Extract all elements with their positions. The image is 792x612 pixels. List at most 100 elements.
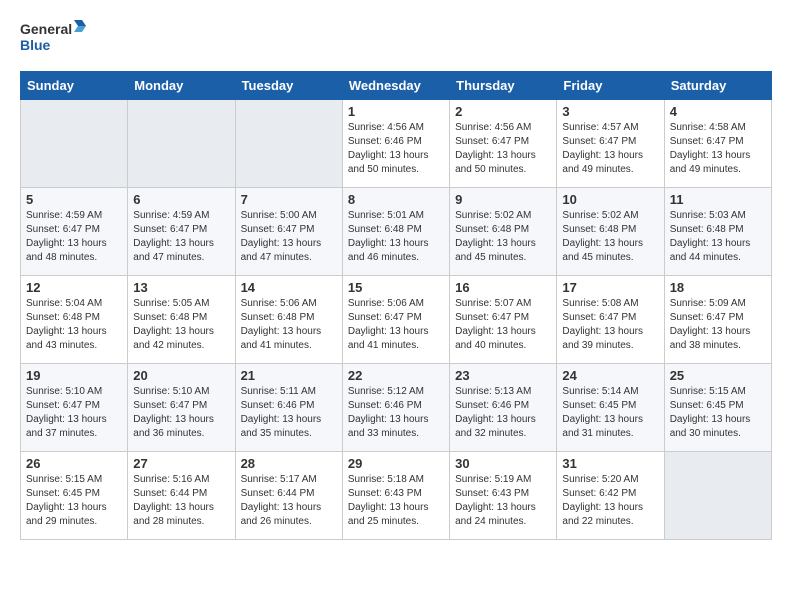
calendar-cell: 12 Sunrise: 5:04 AM Sunset: 6:48 PM Dayli…: [21, 276, 128, 364]
calendar-cell: [21, 100, 128, 188]
calendar-week-row: 5 Sunrise: 4:59 AM Sunset: 6:47 PM Daylig…: [21, 188, 772, 276]
day-info: Sunrise: 5:13 AM Sunset: 6:46 PM Dayligh…: [455, 385, 551, 441]
day-number: 15: [348, 280, 444, 295]
day-number: 19: [26, 368, 122, 383]
weekday-header: Friday: [557, 72, 664, 100]
day-info: Sunrise: 5:08 AM Sunset: 6:47 PM Dayligh…: [562, 297, 658, 353]
calendar-cell: [128, 100, 235, 188]
day-number: 24: [562, 368, 658, 383]
calendar-cell: 13Sunrise: 5:05 AM Sunset: 6:48 PM Dayli…: [128, 276, 235, 364]
calendar-cell: 11Sunrise: 5:03 AM Sunset: 6:48 PM Dayli…: [664, 188, 771, 276]
calendar-week-row: 19 Sunrise: 5:10 AM Sunset: 6:47 PM Dayli…: [21, 364, 772, 452]
calendar-cell: 24Sunrise: 5:14 AM Sunset: 6:45 PM Dayli…: [557, 364, 664, 452]
calendar-cell: 30 Sunrise: 5:19 AM Sunset: 6:43 PM Dayli…: [450, 452, 557, 540]
page: General Blue SundayMondayTuesdayWednesda…: [0, 0, 792, 556]
day-info: Sunrise: 4:59 AM Sunset: 6:47 PM Dayligh…: [26, 209, 122, 265]
day-number: 26: [26, 456, 122, 471]
day-number: 17: [562, 280, 658, 295]
day-number: 3: [562, 104, 658, 119]
weekday-header: Thursday: [450, 72, 557, 100]
calendar-week-row: 1 Sunrise: 4:56 AM Sunset: 6:46 PM Daylig…: [21, 100, 772, 188]
day-info: Sunrise: 5:04 AM Sunset: 6:48 PM Dayligh…: [26, 297, 122, 353]
weekday-header: Saturday: [664, 72, 771, 100]
day-number: 16: [455, 280, 551, 295]
day-info: Sunrise: 5:01 AM Sunset: 6:48 PM Dayligh…: [348, 209, 444, 265]
day-number: 1: [348, 104, 444, 119]
day-info: Sunrise: 5:12 AM Sunset: 6:46 PM Dayligh…: [348, 385, 444, 441]
calendar-cell: 6 Sunrise: 4:59 AM Sunset: 6:47 PM Daylig…: [128, 188, 235, 276]
day-number: 30: [455, 456, 551, 471]
calendar-cell: 7 Sunrise: 5:00 AM Sunset: 6:47 PM Daylig…: [235, 188, 342, 276]
calendar-cell: 2 Sunrise: 4:56 AM Sunset: 6:47 PM Daylig…: [450, 100, 557, 188]
day-number: 25: [670, 368, 766, 383]
calendar-cell: 9Sunrise: 5:02 AM Sunset: 6:48 PM Daylig…: [450, 188, 557, 276]
day-number: 21: [241, 368, 337, 383]
calendar-cell: [664, 452, 771, 540]
header: General Blue: [20, 16, 772, 61]
day-number: 5: [26, 192, 122, 207]
weekday-header: Wednesday: [342, 72, 449, 100]
day-info: Sunrise: 5:09 AM Sunset: 6:47 PM Dayligh…: [670, 297, 766, 353]
day-info: Sunrise: 5:05 AM Sunset: 6:48 PM Dayligh…: [133, 297, 229, 353]
calendar-cell: 28Sunrise: 5:17 AM Sunset: 6:44 PM Dayli…: [235, 452, 342, 540]
day-number: 11: [670, 192, 766, 207]
day-info: Sunrise: 5:11 AM Sunset: 6:46 PM Dayligh…: [241, 385, 337, 441]
day-number: 2: [455, 104, 551, 119]
day-number: 28: [241, 456, 337, 471]
day-info: Sunrise: 5:10 AM Sunset: 6:47 PM Dayligh…: [133, 385, 229, 441]
day-number: 7: [241, 192, 337, 207]
day-number: 9: [455, 192, 551, 207]
day-info: Sunrise: 4:57 AM Sunset: 6:47 PM Dayligh…: [562, 121, 658, 177]
day-info: Sunrise: 5:06 AM Sunset: 6:47 PM Dayligh…: [348, 297, 444, 353]
calendar-cell: 27 Sunrise: 5:16 AM Sunset: 6:44 PM Dayli…: [128, 452, 235, 540]
calendar-cell: 14Sunrise: 5:06 AM Sunset: 6:48 PM Dayli…: [235, 276, 342, 364]
logo-area: General Blue: [20, 16, 90, 61]
day-number: 6: [133, 192, 229, 207]
calendar-cell: 15 Sunrise: 5:06 AM Sunset: 6:47 PM Dayli…: [342, 276, 449, 364]
day-number: 18: [670, 280, 766, 295]
day-number: 31: [562, 456, 658, 471]
day-number: 14: [241, 280, 337, 295]
calendar-cell: 10 Sunrise: 5:02 AM Sunset: 6:48 PM Dayli…: [557, 188, 664, 276]
day-info: Sunrise: 5:07 AM Sunset: 6:47 PM Dayligh…: [455, 297, 551, 353]
day-info: Sunrise: 4:56 AM Sunset: 6:46 PM Dayligh…: [348, 121, 444, 177]
day-number: 22: [348, 368, 444, 383]
calendar-table: SundayMondayTuesdayWednesdayThursdayFrid…: [20, 71, 772, 540]
day-info: Sunrise: 5:00 AM Sunset: 6:47 PM Dayligh…: [241, 209, 337, 265]
day-info: Sunrise: 5:15 AM Sunset: 6:45 PM Dayligh…: [26, 473, 122, 529]
day-info: Sunrise: 5:18 AM Sunset: 6:43 PM Dayligh…: [348, 473, 444, 529]
weekday-header: Monday: [128, 72, 235, 100]
weekday-header-row: SundayMondayTuesdayWednesdayThursdayFrid…: [21, 72, 772, 100]
day-info: Sunrise: 5:02 AM Sunset: 6:48 PM Dayligh…: [562, 209, 658, 265]
calendar-cell: 31Sunrise: 5:20 AM Sunset: 6:42 PM Dayli…: [557, 452, 664, 540]
day-info: Sunrise: 4:59 AM Sunset: 6:47 PM Dayligh…: [133, 209, 229, 265]
svg-text:Blue: Blue: [20, 37, 51, 53]
calendar-cell: 25Sunrise: 5:15 AM Sunset: 6:45 PM Dayli…: [664, 364, 771, 452]
day-info: Sunrise: 4:58 AM Sunset: 6:47 PM Dayligh…: [670, 121, 766, 177]
day-info: Sunrise: 5:10 AM Sunset: 6:47 PM Dayligh…: [26, 385, 122, 441]
calendar-cell: 19 Sunrise: 5:10 AM Sunset: 6:47 PM Dayli…: [21, 364, 128, 452]
day-number: 29: [348, 456, 444, 471]
calendar-cell: [235, 100, 342, 188]
svg-text:General: General: [20, 21, 72, 37]
day-number: 10: [562, 192, 658, 207]
weekday-header: Sunday: [21, 72, 128, 100]
calendar-cell: 26 Sunrise: 5:15 AM Sunset: 6:45 PM Dayli…: [21, 452, 128, 540]
logo: General Blue: [20, 16, 90, 61]
day-number: 8: [348, 192, 444, 207]
day-number: 12: [26, 280, 122, 295]
day-info: Sunrise: 5:16 AM Sunset: 6:44 PM Dayligh…: [133, 473, 229, 529]
calendar-cell: 18 Sunrise: 5:09 AM Sunset: 6:47 PM Dayli…: [664, 276, 771, 364]
day-number: 20: [133, 368, 229, 383]
calendar-cell: 22 Sunrise: 5:12 AM Sunset: 6:46 PM Dayli…: [342, 364, 449, 452]
calendar-week-row: 12 Sunrise: 5:04 AM Sunset: 6:48 PM Dayli…: [21, 276, 772, 364]
calendar-cell: 5 Sunrise: 4:59 AM Sunset: 6:47 PM Daylig…: [21, 188, 128, 276]
weekday-header: Tuesday: [235, 72, 342, 100]
day-info: Sunrise: 4:56 AM Sunset: 6:47 PM Dayligh…: [455, 121, 551, 177]
calendar-week-row: 26 Sunrise: 5:15 AM Sunset: 6:45 PM Dayli…: [21, 452, 772, 540]
day-number: 27: [133, 456, 229, 471]
day-number: 23: [455, 368, 551, 383]
calendar-cell: 16 Sunrise: 5:07 AM Sunset: 6:47 PM Dayli…: [450, 276, 557, 364]
calendar-cell: 23 Sunrise: 5:13 AM Sunset: 6:46 PM Dayli…: [450, 364, 557, 452]
day-info: Sunrise: 5:19 AM Sunset: 6:43 PM Dayligh…: [455, 473, 551, 529]
